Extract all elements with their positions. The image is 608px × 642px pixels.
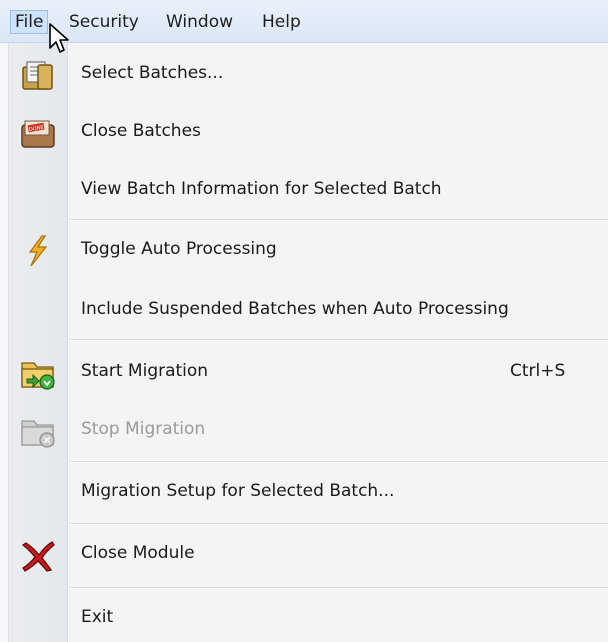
menu-item-view-batch-information[interactable]: View Batch Information for Selected Batc… [0,171,608,211]
menu-separator [70,339,608,341]
menu-security[interactable]: Security [69,11,139,33]
menu-item-include-suspended-batches[interactable]: Include Suspended Batches when Auto Proc… [0,289,608,329]
menu-item-start-migration[interactable]: Start Migration Ctrl+S [0,353,608,393]
migration-setup-label: Migration Setup for Selected Batch... [81,481,395,501]
menu-bar: File Security Window Help [0,0,608,43]
select-batches-label: Select Batches... [81,63,224,83]
close-batches-icon: DONE [21,120,55,148]
close-module-label: Close Module [81,543,195,563]
exit-label: Exit [81,607,114,627]
menu-item-stop-migration: Stop Migration [0,411,608,451]
lightning-icon [28,235,48,267]
menu-file[interactable]: File [10,10,49,34]
menu-item-select-batches[interactable]: Select Batches... [0,55,608,95]
file-dropdown-menu: Select Batches... DONE Close Batches Vie… [0,43,608,642]
start-migration-icon [21,362,55,390]
mouse-pointer-icon [49,23,69,53]
start-migration-shortcut: Ctrl+S [510,361,566,381]
close-batches-label: Close Batches [81,121,201,141]
menu-separator [70,219,608,221]
menu-separator [70,587,608,589]
menu-item-close-module[interactable]: Close Module [0,535,608,575]
menu-separator [70,461,608,463]
stop-migration-label: Stop Migration [81,419,206,439]
menu-help[interactable]: Help [262,11,301,33]
close-x-icon [21,541,55,572]
app-window: File Security Window Help Select Batches… [0,0,608,642]
menu-item-close-batches[interactable]: DONE Close Batches [0,113,608,153]
menu-item-migration-setup[interactable]: Migration Setup for Selected Batch... [0,473,608,513]
toggle-auto-processing-label: Toggle Auto Processing [81,239,277,259]
menu-item-toggle-auto-processing[interactable]: Toggle Auto Processing [0,231,608,271]
include-suspended-batches-label: Include Suspended Batches when Auto Proc… [81,299,509,319]
start-migration-label: Start Migration [81,361,209,381]
menu-item-exit[interactable]: Exit [0,599,608,639]
menu-separator [70,523,608,525]
stop-migration-icon [21,420,55,448]
select-batches-icon [22,61,53,90]
menu-window[interactable]: Window [166,11,233,33]
view-batch-information-label: View Batch Information for Selected Batc… [81,179,442,199]
